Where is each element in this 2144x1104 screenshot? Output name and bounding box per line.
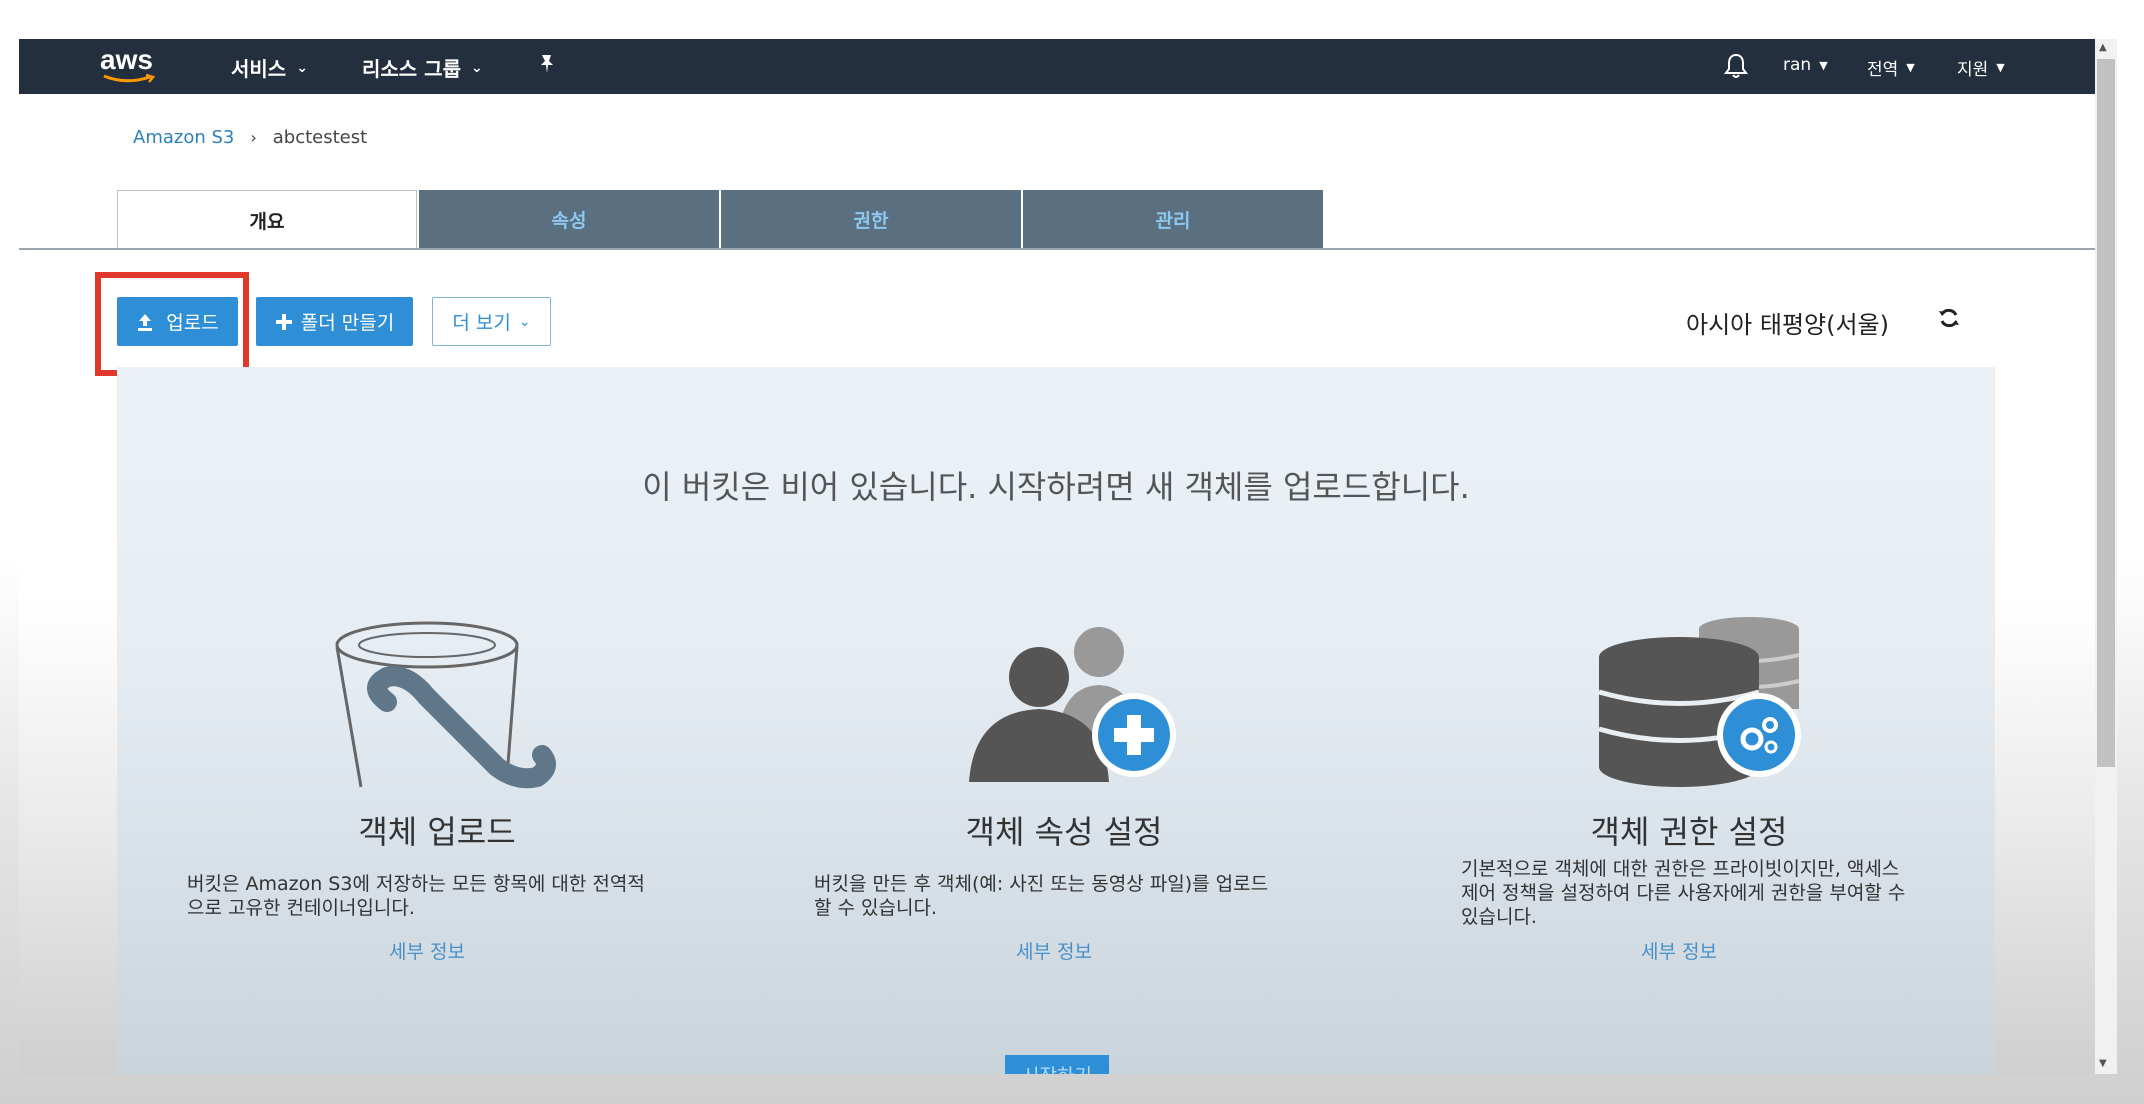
- chevron-down-icon: ⌄: [470, 59, 483, 76]
- get-started-label: 시작하기: [1022, 1061, 1092, 1074]
- user-label: ran: [1783, 55, 1812, 75]
- details-link[interactable]: 세부 정보: [774, 937, 1334, 964]
- resource-groups-label: 리소스 그룹: [362, 57, 461, 81]
- get-started-button[interactable]: 시작하기: [1005, 1055, 1109, 1074]
- details-link[interactable]: 세부 정보: [147, 937, 707, 964]
- bell-icon[interactable]: [1724, 52, 1748, 84]
- caret-down-icon: ▼: [1996, 61, 2005, 74]
- scroll-up-arrow-icon[interactable]: ▲: [2099, 42, 2107, 53]
- bucket-icon: [335, 621, 556, 789]
- browser-viewport: aws 서비스 ⌄ 리소스 그룹 ⌄ ran ▼ 전역 ▼ 지원 ▼ Amazo…: [19, 39, 2095, 1074]
- chevron-down-icon: ⌄: [518, 313, 531, 330]
- card-description: 버킷을 만든 후 객체(예: 사진 또는 동영상 파일)를 업로드 할 수 있습…: [814, 872, 1268, 920]
- card-description-line: 기본적으로 객체에 대한 권한은 프라이빗이지만, 액세스: [1461, 858, 1900, 880]
- resource-groups-menu[interactable]: 리소스 그룹 ⌄: [362, 53, 483, 82]
- scrollbar-thumb[interactable]: [2097, 59, 2115, 767]
- tab-label: 관리: [1155, 209, 1191, 232]
- card-description: 기본적으로 객체에 대한 권한은 프라이빗이지만, 액세스 제어 정책을 설정하…: [1461, 857, 1905, 929]
- card-description-line: 으로 고유한 컨테이너입니다.: [187, 897, 415, 919]
- caret-down-icon: ▼: [1906, 61, 1915, 74]
- tab-overview[interactable]: 개요: [117, 190, 417, 250]
- card-title: 객체 권한 설정: [1590, 813, 1788, 851]
- tab-permissions[interactable]: 권한: [721, 190, 1021, 248]
- services-label: 서비스: [231, 57, 287, 81]
- tab-label: 속성: [551, 209, 587, 232]
- tab-management[interactable]: 관리: [1023, 190, 1323, 248]
- tab-label: 권한: [853, 209, 889, 232]
- region-menu-label: 전역: [1867, 60, 1899, 80]
- details-link[interactable]: 세부 정보: [1399, 937, 1959, 964]
- database-permissions-icon: [1598, 617, 1801, 787]
- more-label: 더 보기: [452, 312, 511, 334]
- create-folder-button[interactable]: 폴더 만들기: [256, 297, 413, 346]
- pin-icon[interactable]: [538, 53, 556, 79]
- breadcrumb: Amazon S3 › abctestest: [133, 127, 367, 148]
- breadcrumb-amazon-s3[interactable]: Amazon S3: [133, 127, 234, 148]
- aws-logo-text: aws: [100, 44, 153, 75]
- tab-properties[interactable]: 속성: [419, 190, 719, 248]
- breadcrumb-separator: ›: [250, 128, 257, 147]
- card-description-line: 있습니다.: [1461, 906, 1537, 928]
- top-navigation-bar: aws 서비스 ⌄ 리소스 그룹 ⌄ ran ▼ 전역 ▼ 지원 ▼: [19, 39, 2095, 94]
- card-description-line: 할 수 있습니다.: [814, 897, 937, 919]
- user-menu[interactable]: ran ▼: [1783, 55, 1828, 75]
- services-menu[interactable]: 서비스 ⌄: [231, 53, 308, 82]
- card-description-line: 버킷은 Amazon S3에 저장하는 모든 항목에 대한 전역적: [187, 873, 645, 895]
- caret-down-icon: ▼: [1819, 58, 1828, 72]
- aws-logo[interactable]: aws: [100, 45, 160, 89]
- support-label: 지원: [1957, 60, 1989, 80]
- refresh-icon[interactable]: [1937, 306, 1961, 334]
- plus-icon: [275, 313, 292, 330]
- card-description-line: 버킷을 만든 후 객체(예: 사진 또는 동영상 파일)를 업로드: [814, 873, 1269, 895]
- chevron-down-icon: ⌄: [296, 59, 308, 76]
- upload-highlight-box: [95, 272, 249, 376]
- empty-bucket-message: 이 버킷은 비어 있습니다. 시작하려면 새 객체를 업로드합니다.: [642, 468, 1470, 506]
- tab-label: 개요: [249, 211, 285, 233]
- tabs-divider: [19, 248, 2095, 250]
- scroll-down-arrow-icon[interactable]: ▼: [2099, 1058, 2107, 1069]
- support-menu[interactable]: 지원 ▼: [1957, 55, 2005, 80]
- empty-bucket-panel: 이 버킷은 비어 있습니다. 시작하려면 새 객체를 업로드합니다. 객체 업로…: [117, 367, 1995, 1074]
- add-users-icon: [969, 627, 1176, 782]
- aws-smile-icon: [103, 73, 156, 83]
- card-description: 버킷은 Amazon S3에 저장하는 모든 항목에 대한 전역적 으로 고유한…: [187, 872, 645, 920]
- region-text: 아시아 태평양(서울): [1686, 311, 1889, 339]
- region-menu[interactable]: 전역 ▼: [1867, 55, 1915, 80]
- breadcrumb-bucket-name: abctestest: [272, 127, 368, 148]
- card-description-line: 제어 정책을 설정하여 다른 사용자에게 권한을 부여할 수: [1461, 882, 1906, 904]
- card-title: 객체 업로드: [358, 813, 516, 851]
- card-title: 객체 속성 설정: [965, 813, 1163, 851]
- create-folder-label: 폴더 만들기: [300, 312, 395, 334]
- more-actions-dropdown[interactable]: 더 보기 ⌄: [432, 297, 551, 346]
